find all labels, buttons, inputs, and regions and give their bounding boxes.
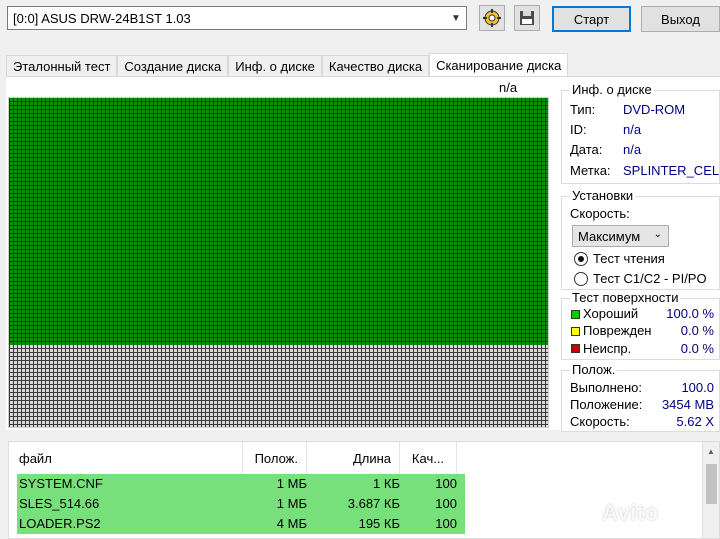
position-title: Полож. [570,362,618,377]
speed-select-value: Максимум [578,228,641,244]
read-speed-label: Скорость: [570,414,630,429]
file-list-header: файл Полож. Длина Кач... [9,442,709,474]
exit-button[interactable]: Выход [641,6,720,32]
good-value: 100.0 % [666,306,714,321]
speed-select[interactable]: Максимум ⌄ [572,225,669,247]
good-legend-swatch [571,310,580,319]
start-button-label: Старт [573,11,610,27]
column-header-position[interactable]: Полож. [243,442,307,474]
volume-label: Метка: [570,163,611,178]
volume-value: SPLINTER_CELL [623,163,720,178]
file-position: 4 МБ [276,516,307,531]
date-label: Дата: [570,142,603,157]
tab-disc-info[interactable]: Инф. о диске [228,55,322,77]
damaged-label: Поврежден [583,323,652,338]
column-header-label: Полож. [254,450,298,466]
file-length: 3.687 КБ [347,496,400,511]
save-icon [520,11,534,25]
scrollbar-thumb[interactable] [706,464,717,504]
column-header-label: Длина [352,450,391,466]
position-value: 3454 MB [661,397,714,412]
unreadable-legend-swatch [571,344,580,353]
damaged-legend-swatch [571,327,580,336]
column-header-file[interactable]: файл [9,442,243,474]
tab-create-disc[interactable]: Создание диска [117,55,229,77]
drive-select-value: [0:0] ASUS DRW-24B1ST 1.03 [13,10,191,26]
c1c2-test-radio[interactable] [574,272,588,286]
tab-disc-scan[interactable]: Сканирование диска [429,53,569,77]
settings-button[interactable] [479,5,505,31]
scan-map [8,97,549,428]
c1c2-test-label: Тест C1/C2 - PI/PO [593,271,707,286]
done-value: 100.0 [681,380,714,395]
scan-label: n/a [499,80,518,95]
disc-info-group: Инф. о диске Тип: DVD-ROM ID: n/a Дата: … [561,82,720,184]
file-quality: 100 [435,496,457,511]
chevron-down-icon: ⌄ [653,229,662,240]
unreadable-value: 0.0 % [680,341,714,356]
file-list-scrollbar[interactable]: ▲ [702,442,719,538]
tab-label: Качество диска [328,59,423,74]
tab-label: Сканирование диска [436,58,562,73]
start-button[interactable]: Старт [552,6,631,32]
save-button[interactable] [514,5,540,31]
table-row[interactable]: LOADER.PS2 4 МБ 195 КБ 100 [17,514,465,534]
date-value: n/a [623,142,642,157]
drive-select[interactable]: [0:0] ASUS DRW-24B1ST 1.03 ▼ [7,6,467,30]
column-header-label: файл [19,450,52,466]
surface-test-group: Тест поверхности Хороший 100.0 % Поврежд… [561,290,720,360]
exit-button-label: Выход [661,11,700,27]
type-label: Тип: [570,102,596,117]
file-name: SLES_514.66 [19,496,100,511]
tab-label: Инф. о диске [235,59,315,74]
speed-setting-label: Скорость: [570,206,630,221]
chevron-down-icon: ▼ [451,12,461,24]
tab-benchmark[interactable]: Эталонный тест [6,55,118,77]
tab-bar: Эталонный тест Создание диска Инф. о дис… [6,53,569,77]
good-label: Хороший [583,306,639,321]
read-test-label: Тест чтения [593,251,665,266]
file-quality: 100 [435,476,457,491]
done-label: Выполнено: [570,380,643,395]
settings-group: Установки Скорость: Максимум ⌄ Тест чтен… [561,188,720,290]
unreadable-label: Неиспр. [583,341,632,356]
id-label: ID: [570,122,587,137]
column-header-quality[interactable]: Кач... [400,442,457,474]
file-name: LOADER.PS2 [19,516,101,531]
column-header-length[interactable]: Длина [307,442,400,474]
table-row[interactable]: SLES_514.66 1 МБ 3.687 КБ 100 [17,494,465,514]
settings-title: Установки [570,188,636,203]
read-speed-value: 5.62 X [676,414,714,429]
tab-disc-quality[interactable]: Качество диска [321,55,430,77]
settings-icon [483,9,501,27]
tab-label: Создание диска [124,59,222,74]
disc-info-title: Инф. о диске [570,82,654,97]
read-test-radio[interactable] [574,252,588,266]
surface-test-title: Тест поверхности [570,290,681,305]
damaged-value: 0.0 % [680,323,714,338]
file-name: SYSTEM.CNF [19,476,103,491]
file-length: 1 КБ [373,476,400,491]
tab-label: Эталонный тест [13,59,111,74]
position-group: Полож. Выполнено: 100.0 Положение: 3454 … [561,362,720,432]
file-position: 1 МБ [276,496,307,511]
watermark: Avito [602,500,659,525]
scroll-up-icon[interactable]: ▲ [707,447,715,456]
table-row[interactable]: SYSTEM.CNF 1 МБ 1 КБ 100 [17,474,465,494]
type-value: DVD-ROM [623,102,686,117]
id-value: n/a [623,122,642,137]
file-length: 195 КБ [358,516,400,531]
file-position: 1 МБ [276,476,307,491]
position-label: Положение: [570,397,643,412]
toolbar: [0:0] ASUS DRW-24B1ST 1.03 ▼ Старт Выход [0,0,720,42]
scan-unscanned-blocks [9,345,548,427]
scan-good-blocks [9,98,548,345]
column-header-label: Кач... [411,450,445,466]
file-quality: 100 [435,516,457,531]
